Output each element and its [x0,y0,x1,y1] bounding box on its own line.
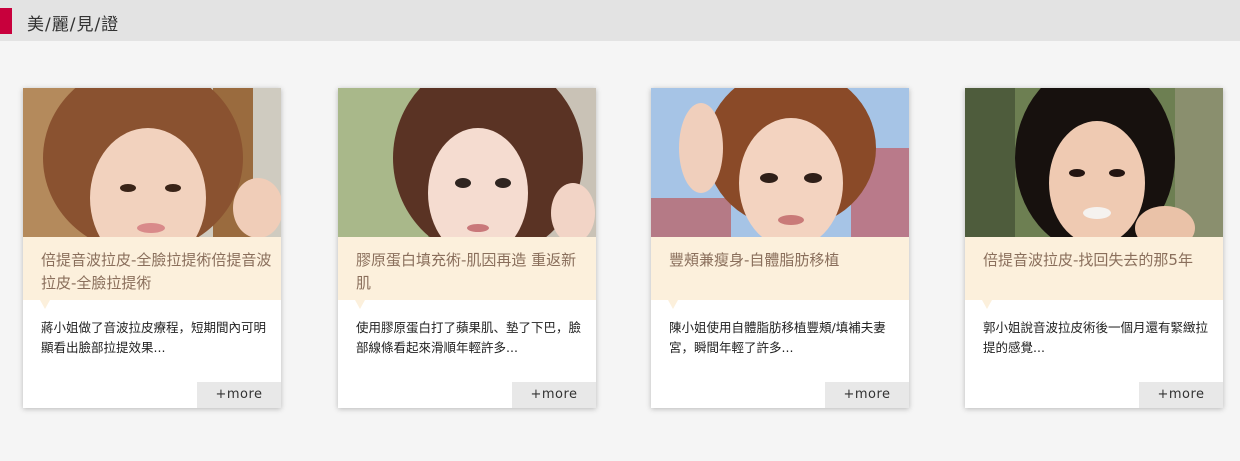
card-caption: 倍提音波拉皮-全臉拉提術倍提音波拉皮-全臉拉提術 [23,237,281,309]
card-title[interactable]: 倍提音波拉皮-全臉拉提術倍提音波拉皮-全臉拉提術 [41,249,273,295]
more-button[interactable]: +more [1139,382,1223,408]
testimonial-card-1[interactable]: 倍提音波拉皮-全臉拉提術倍提音波拉皮-全臉拉提術 蔣小姐做了音波拉皮療程，短期間… [23,88,281,408]
more-button[interactable]: +more [512,382,596,408]
section-header: 美/麗/見/證 [0,0,1240,41]
card-description: 郭小姐說音波拉皮術後一個月還有緊緻拉提的感覺... [983,320,1209,355]
card-caption: 倍提音波拉皮-找回失去的那5年 [965,237,1223,309]
more-button[interactable]: +more [197,382,281,408]
caption-pointer [355,300,365,309]
testimonial-photo[interactable] [965,88,1223,237]
testimonial-card-3[interactable]: 豐頰兼瘦身-自體脂肪移植 陳小姐使用自體脂肪移植豐頰/填補夫妻宮，瞬間年輕了許多… [651,88,909,408]
more-button[interactable]: +more [825,382,909,408]
testimonial-card-4[interactable]: 倍提音波拉皮-找回失去的那5年 郭小姐說音波拉皮術後一個月還有緊緻拉提的感覺..… [965,88,1223,408]
card-title[interactable]: 倍提音波拉皮-找回失去的那5年 [983,249,1215,272]
testimonial-photo[interactable] [338,88,596,237]
testimonial-card-2[interactable]: 膠原蛋白填充術-肌因再造 重返新肌 使用膠原蛋白打了蘋果肌、墊了下巴，臉部線條看… [338,88,596,408]
card-caption: 豐頰兼瘦身-自體脂肪移植 [651,237,909,309]
card-title[interactable]: 膠原蛋白填充術-肌因再造 重返新肌 [356,249,588,295]
card-caption: 膠原蛋白填充術-肌因再造 重返新肌 [338,237,596,309]
caption-pointer [982,300,992,309]
header-accent-bar [0,8,12,34]
caption-pointer [668,300,678,309]
card-description: 使用膠原蛋白打了蘋果肌、墊了下巴，臉部線條看起來滑順年輕許多... [356,320,582,355]
card-description: 陳小姐使用自體脂肪移植豐頰/填補夫妻宮，瞬間年輕了許多... [669,320,886,355]
testimonial-photo[interactable] [23,88,281,237]
card-description: 蔣小姐做了音波拉皮療程，短期間內可明顯看出臉部拉提效果... [41,320,267,355]
card-title[interactable]: 豐頰兼瘦身-自體脂肪移植 [669,249,901,272]
caption-pointer [40,300,50,309]
testimonial-photo[interactable] [651,88,909,237]
section-title: 美/麗/見/證 [27,15,120,35]
